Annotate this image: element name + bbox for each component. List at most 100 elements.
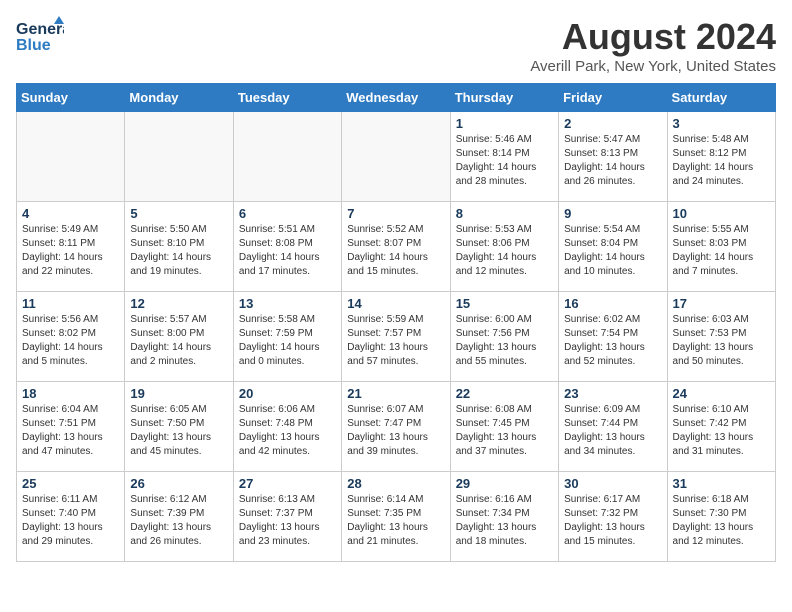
calendar-cell: 19 Sunrise: 6:05 AM Sunset: 7:50 PM Dayli…	[125, 382, 233, 472]
day-number: 1	[456, 116, 553, 131]
day-number: 23	[564, 386, 661, 401]
calendar-cell: 3 Sunrise: 5:48 AM Sunset: 8:12 PM Daylig…	[667, 112, 775, 202]
cell-info: Sunrise: 6:18 AM Sunset: 7:30 PM Dayligh…	[673, 493, 770, 549]
calendar-cell: 25 Sunrise: 6:11 AM Sunset: 7:40 PM Dayli…	[17, 472, 125, 562]
cell-info: Sunrise: 5:50 AM Sunset: 8:10 PM Dayligh…	[130, 223, 227, 279]
calendar-cell: 16 Sunrise: 6:02 AM Sunset: 7:54 PM Dayli…	[559, 292, 667, 382]
calendar-cell	[342, 112, 450, 202]
calendar-cell: 23 Sunrise: 6:09 AM Sunset: 7:44 PM Dayli…	[559, 382, 667, 472]
calendar-cell: 27Sunrise: 6:13 AM Sunset: 7:37 PM Dayli…	[233, 472, 341, 562]
day-number: 12	[130, 296, 227, 311]
day-number: 18	[22, 386, 119, 401]
cell-info: Sunrise: 6:14 AM Sunset: 7:35 PM Dayligh…	[347, 493, 444, 549]
cell-info: Sunrise: 6:05 AM Sunset: 7:50 PM Dayligh…	[130, 403, 227, 459]
day-number: 21	[347, 386, 444, 401]
weekday-header-saturday: Saturday	[667, 84, 775, 112]
calendar-cell: 28 Sunrise: 6:14 AM Sunset: 7:35 PM Dayli…	[342, 472, 450, 562]
month-title: August 2024	[530, 16, 776, 58]
cell-info: Sunrise: 5:49 AM Sunset: 8:11 PM Dayligh…	[22, 223, 119, 279]
day-number: 22	[456, 386, 553, 401]
day-number: 5	[130, 206, 227, 221]
cell-info: Sunrise: 5:58 AM Sunset: 7:59 PM Dayligh…	[239, 313, 336, 369]
calendar-cell: 1 Sunrise: 5:46 AM Sunset: 8:14 PM Daylig…	[450, 112, 558, 202]
calendar-week-row: 25 Sunrise: 6:11 AM Sunset: 7:40 PM Dayli…	[17, 472, 776, 562]
calendar-cell	[125, 112, 233, 202]
calendar-cell: 15 Sunrise: 6:00 AM Sunset: 7:56 PM Dayli…	[450, 292, 558, 382]
cell-info: Sunrise: 5:56 AM Sunset: 8:02 PM Dayligh…	[22, 313, 119, 369]
calendar-cell: 26 Sunrise: 6:12 AM Sunset: 7:39 PM Dayli…	[125, 472, 233, 562]
cell-info: Sunrise: 5:46 AM Sunset: 8:14 PM Dayligh…	[456, 133, 553, 189]
calendar-cell	[17, 112, 125, 202]
cell-info: Sunrise: 5:48 AM Sunset: 8:12 PM Dayligh…	[673, 133, 770, 189]
cell-info: Sunrise: 6:12 AM Sunset: 7:39 PM Dayligh…	[130, 493, 227, 549]
day-number: 17	[673, 296, 770, 311]
calendar-cell: 11 Sunrise: 5:56 AM Sunset: 8:02 PM Dayli…	[17, 292, 125, 382]
cell-info: Sunrise: 5:57 AM Sunset: 8:00 PM Dayligh…	[130, 313, 227, 369]
calendar-cell: 6 Sunrise: 5:51 AM Sunset: 8:08 PM Daylig…	[233, 202, 341, 292]
cell-info: Sunrise: 6:07 AM Sunset: 7:47 PM Dayligh…	[347, 403, 444, 459]
weekday-header-thursday: Thursday	[450, 84, 558, 112]
day-number: 25	[22, 476, 119, 491]
svg-text:Blue: Blue	[16, 37, 51, 54]
weekday-header-monday: Monday	[125, 84, 233, 112]
location-title: Averill Park, New York, United States	[530, 58, 776, 75]
cell-info: Sunrise: 6:17 AM Sunset: 7:32 PM Dayligh…	[564, 493, 661, 549]
day-number: 20	[239, 386, 336, 401]
weekday-header-tuesday: Tuesday	[233, 84, 341, 112]
calendar-cell: 8Sunrise: 5:53 AM Sunset: 8:06 PM Daylig…	[450, 202, 558, 292]
generalblue-logo-icon: General Blue	[16, 16, 64, 56]
cell-info: Sunrise: 5:59 AM Sunset: 7:57 PM Dayligh…	[347, 313, 444, 369]
day-number: 10	[673, 206, 770, 221]
calendar-week-row: 1 Sunrise: 5:46 AM Sunset: 8:14 PM Daylig…	[17, 112, 776, 202]
calendar-table: SundayMondayTuesdayWednesdayThursdayFrid…	[16, 83, 776, 562]
cell-info: Sunrise: 6:16 AM Sunset: 7:34 PM Dayligh…	[456, 493, 553, 549]
calendar-cell: 2Sunrise: 5:47 AM Sunset: 8:13 PM Daylig…	[559, 112, 667, 202]
calendar-cell: 21 Sunrise: 6:07 AM Sunset: 7:47 PM Dayli…	[342, 382, 450, 472]
calendar-cell	[233, 112, 341, 202]
day-number: 2	[564, 116, 661, 131]
cell-info: Sunrise: 5:54 AM Sunset: 8:04 PM Dayligh…	[564, 223, 661, 279]
weekday-header-sunday: Sunday	[17, 84, 125, 112]
cell-info: Sunrise: 6:03 AM Sunset: 7:53 PM Dayligh…	[673, 313, 770, 369]
calendar-cell: 9Sunrise: 5:54 AM Sunset: 8:04 PM Daylig…	[559, 202, 667, 292]
day-number: 27	[239, 476, 336, 491]
calendar-cell: 30 Sunrise: 6:17 AM Sunset: 7:32 PM Dayli…	[559, 472, 667, 562]
day-number: 24	[673, 386, 770, 401]
calendar-week-row: 11 Sunrise: 5:56 AM Sunset: 8:02 PM Dayli…	[17, 292, 776, 382]
calendar-cell: 5 Sunrise: 5:50 AM Sunset: 8:10 PM Daylig…	[125, 202, 233, 292]
day-number: 15	[456, 296, 553, 311]
cell-info: Sunrise: 5:53 AM Sunset: 8:06 PM Dayligh…	[456, 223, 553, 279]
cell-info: Sunrise: 5:52 AM Sunset: 8:07 PM Dayligh…	[347, 223, 444, 279]
cell-info: Sunrise: 6:08 AM Sunset: 7:45 PM Dayligh…	[456, 403, 553, 459]
day-number: 11	[22, 296, 119, 311]
page-header: General Blue August 2024 Averill Park, N…	[16, 16, 776, 75]
cell-info: Sunrise: 6:09 AM Sunset: 7:44 PM Dayligh…	[564, 403, 661, 459]
calendar-cell: 4Sunrise: 5:49 AM Sunset: 8:11 PM Daylig…	[17, 202, 125, 292]
cell-info: Sunrise: 6:02 AM Sunset: 7:54 PM Dayligh…	[564, 313, 661, 369]
calendar-cell: 17 Sunrise: 6:03 AM Sunset: 7:53 PM Dayli…	[667, 292, 775, 382]
calendar-cell: 7Sunrise: 5:52 AM Sunset: 8:07 PM Daylig…	[342, 202, 450, 292]
cell-info: Sunrise: 5:51 AM Sunset: 8:08 PM Dayligh…	[239, 223, 336, 279]
calendar-cell: 24 Sunrise: 6:10 AM Sunset: 7:42 PM Dayli…	[667, 382, 775, 472]
day-number: 6	[239, 206, 336, 221]
calendar-cell: 10Sunrise: 5:55 AM Sunset: 8:03 PM Dayli…	[667, 202, 775, 292]
weekday-header-friday: Friday	[559, 84, 667, 112]
day-number: 3	[673, 116, 770, 131]
calendar-cell: 31Sunrise: 6:18 AM Sunset: 7:30 PM Dayli…	[667, 472, 775, 562]
calendar-cell: 12 Sunrise: 5:57 AM Sunset: 8:00 PM Dayli…	[125, 292, 233, 382]
cell-info: Sunrise: 6:00 AM Sunset: 7:56 PM Dayligh…	[456, 313, 553, 369]
day-number: 26	[130, 476, 227, 491]
calendar-cell: 13 Sunrise: 5:58 AM Sunset: 7:59 PM Dayli…	[233, 292, 341, 382]
day-number: 28	[347, 476, 444, 491]
cell-info: Sunrise: 6:11 AM Sunset: 7:40 PM Dayligh…	[22, 493, 119, 549]
title-area: August 2024 Averill Park, New York, Unit…	[530, 16, 776, 75]
day-number: 19	[130, 386, 227, 401]
calendar-week-row: 18 Sunrise: 6:04 AM Sunset: 7:51 PM Dayli…	[17, 382, 776, 472]
day-number: 13	[239, 296, 336, 311]
day-number: 30	[564, 476, 661, 491]
calendar-cell: 18 Sunrise: 6:04 AM Sunset: 7:51 PM Dayli…	[17, 382, 125, 472]
day-number: 16	[564, 296, 661, 311]
cell-info: Sunrise: 6:04 AM Sunset: 7:51 PM Dayligh…	[22, 403, 119, 459]
day-number: 29	[456, 476, 553, 491]
cell-info: Sunrise: 6:10 AM Sunset: 7:42 PM Dayligh…	[673, 403, 770, 459]
